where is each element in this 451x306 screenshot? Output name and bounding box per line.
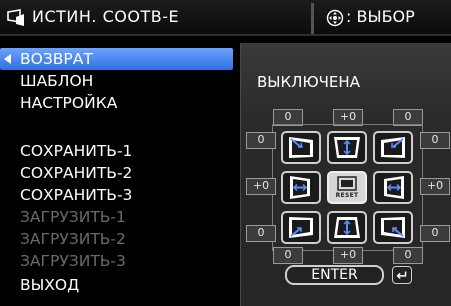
menu-item-label: ВЫХОД: [20, 276, 80, 294]
value-bottom-left: 0: [273, 247, 303, 264]
header-divider: [311, 3, 314, 34]
dpad-icon: [326, 9, 344, 27]
bottom-edge-button[interactable]: [327, 211, 367, 244]
title-bar: ИСТИН. СООТВ-Е : ВЫБОР: [0, 0, 451, 36]
reset-icon: [337, 176, 357, 191]
corner-bottom-left-icon: [289, 217, 313, 238]
menu-item-back[interactable]: ВОЗВРАТ: [0, 48, 233, 70]
menu-item-exit[interactable]: ВЫХОД: [20, 274, 79, 296]
menu-item-label: ВОЗВРАТ: [20, 50, 93, 68]
value-lower-left-side: 0: [246, 225, 276, 242]
corner-bottom-left-button[interactable]: [281, 211, 321, 244]
menu-item-label: ЗАГРУЗИТЬ-2: [20, 230, 126, 248]
menu-item-label: НАСТРОЙКА: [20, 94, 118, 112]
reset-label: RESET: [335, 192, 359, 199]
menu-item-save-2[interactable]: СОХРАНИТЬ-2: [20, 162, 132, 184]
corner-top-right-icon: [381, 137, 405, 158]
value-mid-right: +0: [420, 178, 450, 195]
keystone-icon: [7, 9, 24, 26]
right-edge-icon: [384, 176, 404, 199]
enter-button[interactable]: ENTER: [285, 265, 384, 285]
left-arrow-icon: [4, 54, 11, 64]
enter-row: ENTER: [241, 265, 451, 287]
menu-title: ИСТИН. СООТВ-Е: [32, 7, 180, 26]
menu-item-label: ЗАГРУЗИТЬ-1: [20, 208, 126, 226]
menu-item-label: СОХРАНИТЬ-1: [20, 142, 133, 160]
menu-item-label: СОХРАНИТЬ-2: [20, 164, 133, 182]
keystone-status: ВЫКЛЮЧЕНА: [257, 73, 360, 91]
menu-item-load-1: ЗАГРУЗИТЬ-1: [20, 206, 126, 228]
select-hint: : ВЫБОР: [346, 7, 415, 26]
menu-item-save-1[interactable]: СОХРАНИТЬ-1: [20, 140, 132, 162]
menu-item-save-3[interactable]: СОХРАНИТЬ-3: [20, 184, 132, 206]
menu-item-template[interactable]: ШАБЛОН: [20, 70, 93, 92]
value-bottom-center: +0: [333, 247, 363, 264]
menu-item-load-3: ЗАГРУЗИТЬ-3: [20, 250, 126, 272]
value-upper-right-side: 0: [420, 132, 450, 149]
top-edge-button[interactable]: [327, 131, 367, 164]
bottom-edge-icon: [334, 217, 360, 238]
left-edge-button[interactable]: [281, 171, 321, 204]
right-edge-button[interactable]: [373, 171, 413, 204]
corner-top-right-button[interactable]: [373, 131, 413, 164]
left-edge-icon: [290, 176, 310, 199]
keystone-panel: ВЫКЛЮЧЕНА 0 +0 0 0 0 +0 +0 0 0 RESET 0 +…: [240, 43, 451, 306]
value-bottom-right: 0: [393, 247, 423, 264]
top-edge-icon: [334, 137, 360, 158]
menu-item-label: ШАБЛОН: [20, 72, 94, 90]
menu-item-label: ЗАГРУЗИТЬ-3: [20, 252, 126, 270]
corner-bottom-right-button[interactable]: [373, 211, 413, 244]
value-lower-right-side: 0: [420, 225, 450, 242]
menu-item-load-2: ЗАГРУЗИТЬ-2: [20, 228, 126, 250]
menu-item-setup[interactable]: НАСТРОЙКА: [20, 92, 117, 114]
enter-key-icon: [392, 266, 412, 284]
value-upper-left-side: 0: [246, 132, 276, 149]
corner-top-left-button[interactable]: [281, 131, 321, 164]
reset-button[interactable]: RESET: [327, 171, 367, 204]
value-mid-left: +0: [246, 178, 276, 195]
menu-item-label: СОХРАНИТЬ-3: [20, 186, 133, 204]
corner-top-left-icon: [289, 137, 313, 158]
corner-bottom-right-icon: [381, 217, 405, 238]
